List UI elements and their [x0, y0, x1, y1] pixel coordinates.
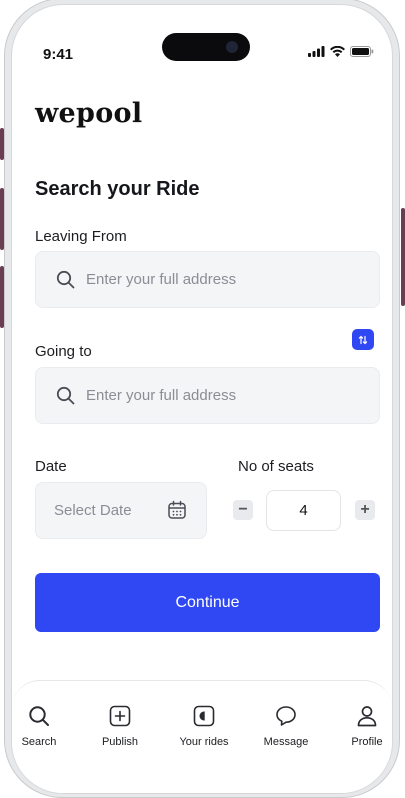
going-to-input[interactable]: Enter your full address	[35, 367, 380, 424]
leaving-from-input[interactable]: Enter your full address	[35, 251, 380, 308]
camera-icon	[226, 41, 238, 53]
nav-item-publish[interactable]: Publish	[85, 705, 155, 748]
continue-button[interactable]: Continue	[35, 573, 380, 632]
signal-icon	[308, 46, 325, 57]
message-icon	[276, 706, 296, 726]
nav-label: Search	[21, 736, 57, 748]
seats-value[interactable]: 4	[266, 490, 341, 531]
seats-label: No of seats	[238, 458, 314, 475]
date-picker[interactable]: Select Date	[35, 482, 207, 539]
battery-icon	[350, 46, 374, 57]
side-button	[401, 208, 405, 306]
status-bar: 9:41	[12, 5, 392, 63]
status-icons	[308, 46, 374, 57]
search-icon	[29, 706, 49, 726]
wifi-icon	[330, 46, 345, 57]
nav-label: Message	[263, 736, 309, 748]
status-time: 9:41	[43, 46, 74, 63]
nav-label: Your rides	[179, 736, 229, 748]
plus-square-icon	[109, 705, 131, 727]
calendar-icon	[168, 500, 186, 519]
date-placeholder: Select Date	[54, 502, 132, 519]
search-icon	[56, 386, 75, 405]
nav-item-message[interactable]: Message	[251, 705, 321, 748]
going-to-label: Going to	[35, 343, 92, 360]
page-title: Search your Ride	[35, 178, 200, 200]
leaving-from-label: Leaving From	[35, 228, 127, 245]
swap-icon	[358, 335, 368, 344]
seats-increment-button[interactable]: +	[355, 500, 375, 520]
nav-label: Publish	[101, 736, 139, 748]
nav-item-search[interactable]: Search	[12, 705, 74, 748]
app-logo: wepool	[35, 98, 143, 129]
date-label: Date	[35, 458, 67, 475]
swap-locations-button[interactable]	[352, 329, 374, 350]
nav-label: Profile	[351, 736, 383, 748]
search-icon	[56, 270, 75, 289]
phone-screen: 9:41 wepool Search your Ride Leaving Fro…	[11, 4, 393, 794]
dynamic-island	[162, 33, 250, 61]
going-to-placeholder: Enter your full address	[86, 387, 237, 404]
profile-icon	[357, 706, 377, 727]
phone-frame: 9:41 wepool Search your Ride Leaving Fro…	[4, 0, 400, 798]
seats-decrement-button[interactable]: −	[233, 500, 253, 520]
nav-item-your-rides[interactable]: Your rides	[169, 705, 239, 748]
rides-icon	[193, 705, 215, 727]
bottom-nav: Search Publish Your rides Message Profil…	[12, 680, 392, 793]
nav-item-profile[interactable]: Profile	[332, 705, 392, 748]
leaving-from-placeholder: Enter your full address	[86, 271, 237, 288]
